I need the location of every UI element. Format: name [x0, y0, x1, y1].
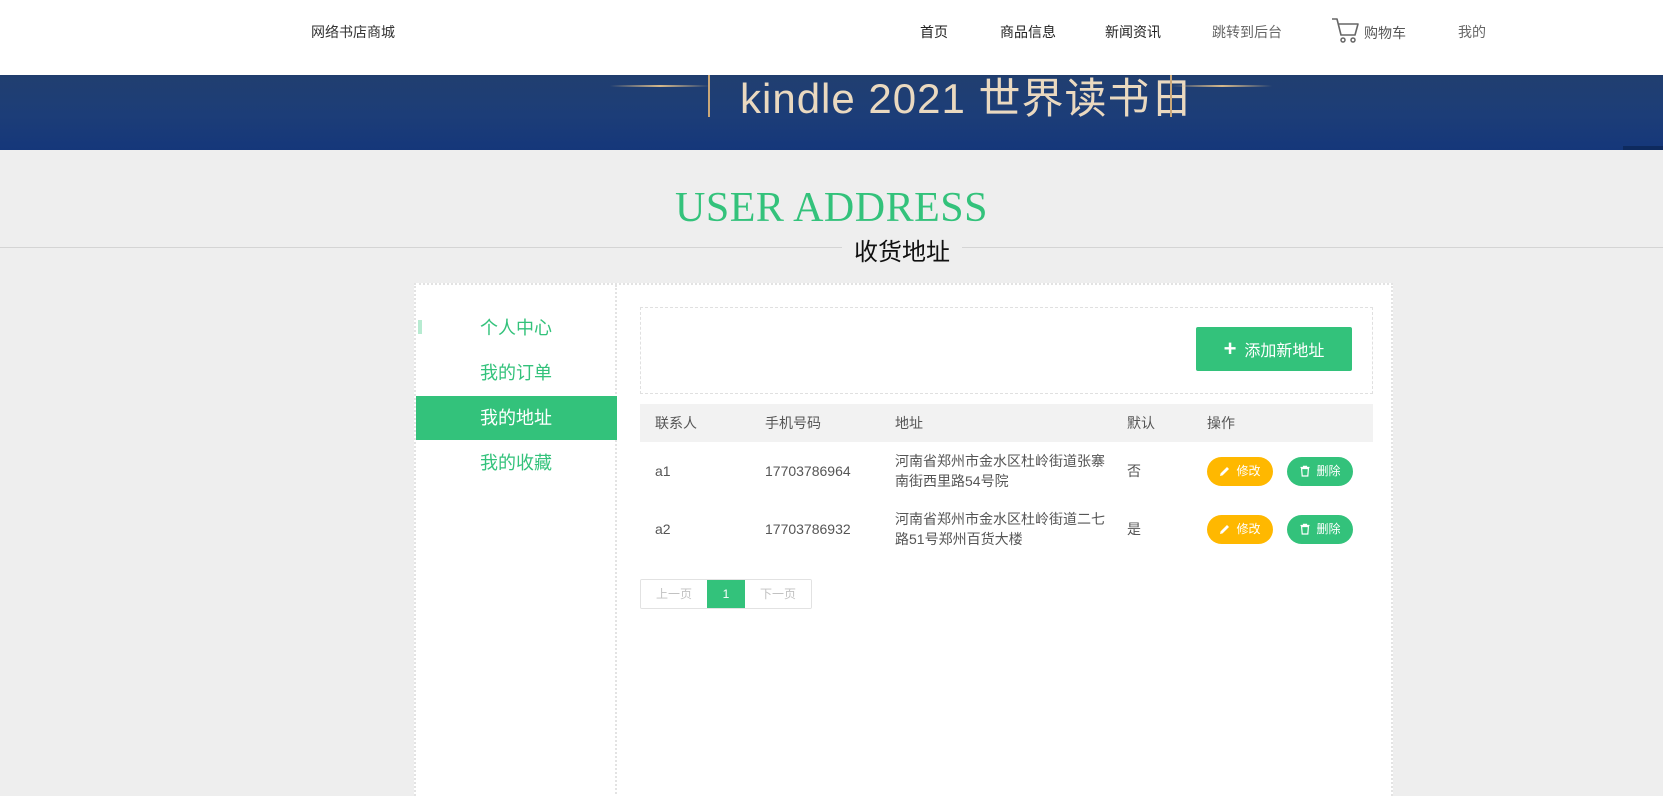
table-row: a2 17703786932 河南省郑州市金水区杜岭街道二七路51号郑州百货大楼…: [640, 500, 1373, 558]
cell-actions: 修改 删除: [1192, 442, 1373, 500]
nav-news[interactable]: 新闻资讯: [1105, 22, 1161, 42]
banner-decor-tick-right: [1170, 75, 1172, 117]
banner-edge: [1623, 146, 1663, 150]
delete-label: 删除: [1316, 522, 1341, 536]
edit-label: 修改: [1236, 522, 1261, 536]
cart-label: 购物车: [1364, 25, 1406, 41]
cart-link[interactable]: 购物车: [1330, 16, 1406, 44]
pagination: 上一页 1 下一页: [640, 579, 813, 609]
cell-default: 是: [1127, 521, 1141, 537]
nav-products[interactable]: 商品信息: [1000, 22, 1056, 42]
user-sidebar: 个人中心 我的订单 我的地址 我的收藏: [416, 285, 617, 796]
section-title-en: USER ADDRESS: [675, 185, 988, 231]
top-navigation-bar: 网络书店商城 首页 商品信息 新闻资讯 跳转到后台 购物车 我的: [0, 0, 1663, 75]
add-address-label: 添加新地址: [1244, 343, 1325, 360]
site-brand[interactable]: 网络书店商城: [311, 22, 395, 42]
next-page-button[interactable]: 下一页: [745, 580, 812, 608]
delete-button[interactable]: 删除: [1287, 514, 1353, 544]
cell-actions: 修改 删除: [1192, 500, 1373, 558]
sidebar-item-address[interactable]: 我的地址: [416, 396, 617, 440]
prev-page-button[interactable]: 上一页: [641, 580, 708, 608]
cell-address: 河南省郑州市金水区杜岭街道张寨南街西里路54号院: [895, 453, 1105, 489]
cart-icon: [1332, 18, 1359, 43]
banner-decor-line-left: [610, 85, 710, 87]
cell-default: 否: [1127, 463, 1141, 479]
add-address-box: + 添加新地址: [640, 307, 1373, 394]
address-panel: 个人中心 我的订单 我的地址 我的收藏 + 添加新地址 联系人 手机号码 地址 …: [414, 283, 1393, 796]
banner-decor-line-right: [1172, 85, 1272, 87]
header-default: 默认: [1127, 415, 1155, 431]
table-row: a1 17703786964 河南省郑州市金水区杜岭街道张寨南街西里路54号院 …: [640, 442, 1373, 500]
nav-home[interactable]: 首页: [920, 22, 948, 42]
header-contact: 联系人: [655, 415, 697, 431]
sidebar-item-favorites[interactable]: 我的收藏: [416, 441, 617, 485]
nav-mine[interactable]: 我的: [1458, 22, 1486, 42]
address-table: 联系人 手机号码 地址 默认 操作 a1 17703786964 河南省郑州市金…: [640, 404, 1373, 558]
pencil-icon: [1220, 525, 1230, 534]
header-actions: 操作: [1207, 415, 1235, 431]
delete-label: 删除: [1316, 464, 1341, 478]
sidebar-item-orders[interactable]: 我的订单: [416, 351, 617, 395]
edit-label: 修改: [1236, 464, 1261, 478]
cell-phone: 17703786932: [765, 521, 851, 537]
trash-icon: [1300, 465, 1310, 477]
add-address-button[interactable]: + 添加新地址: [1196, 327, 1352, 371]
banner-decor-tick-left: [708, 75, 710, 117]
edit-button[interactable]: 修改: [1207, 456, 1273, 486]
page-1-button[interactable]: 1: [707, 580, 746, 608]
delete-button[interactable]: 删除: [1287, 456, 1353, 486]
header-address: 地址: [895, 415, 923, 431]
pencil-icon: [1220, 467, 1230, 476]
nav-admin[interactable]: 跳转到后台: [1212, 22, 1282, 42]
trash-icon: [1300, 523, 1310, 535]
edit-button[interactable]: 修改: [1207, 514, 1273, 544]
header-phone: 手机号码: [765, 415, 821, 431]
cell-contact: a2: [655, 521, 671, 537]
cell-address: 河南省郑州市金水区杜岭街道二七路51号郑州百货大楼: [895, 511, 1105, 547]
banner-text: kindle 2021 世界读书日: [740, 75, 1194, 122]
promo-banner[interactable]: kindle 2021 世界读书日: [0, 75, 1663, 150]
cell-phone: 17703786964: [765, 463, 851, 479]
sidebar-item-profile[interactable]: 个人中心: [416, 306, 617, 350]
table-header-row: 联系人 手机号码 地址 默认 操作: [640, 404, 1373, 442]
plus-icon: +: [1223, 336, 1237, 361]
section-title-cn: 收货地址: [842, 232, 962, 267]
title-divider: [0, 247, 1663, 248]
cell-contact: a1: [655, 463, 671, 479]
